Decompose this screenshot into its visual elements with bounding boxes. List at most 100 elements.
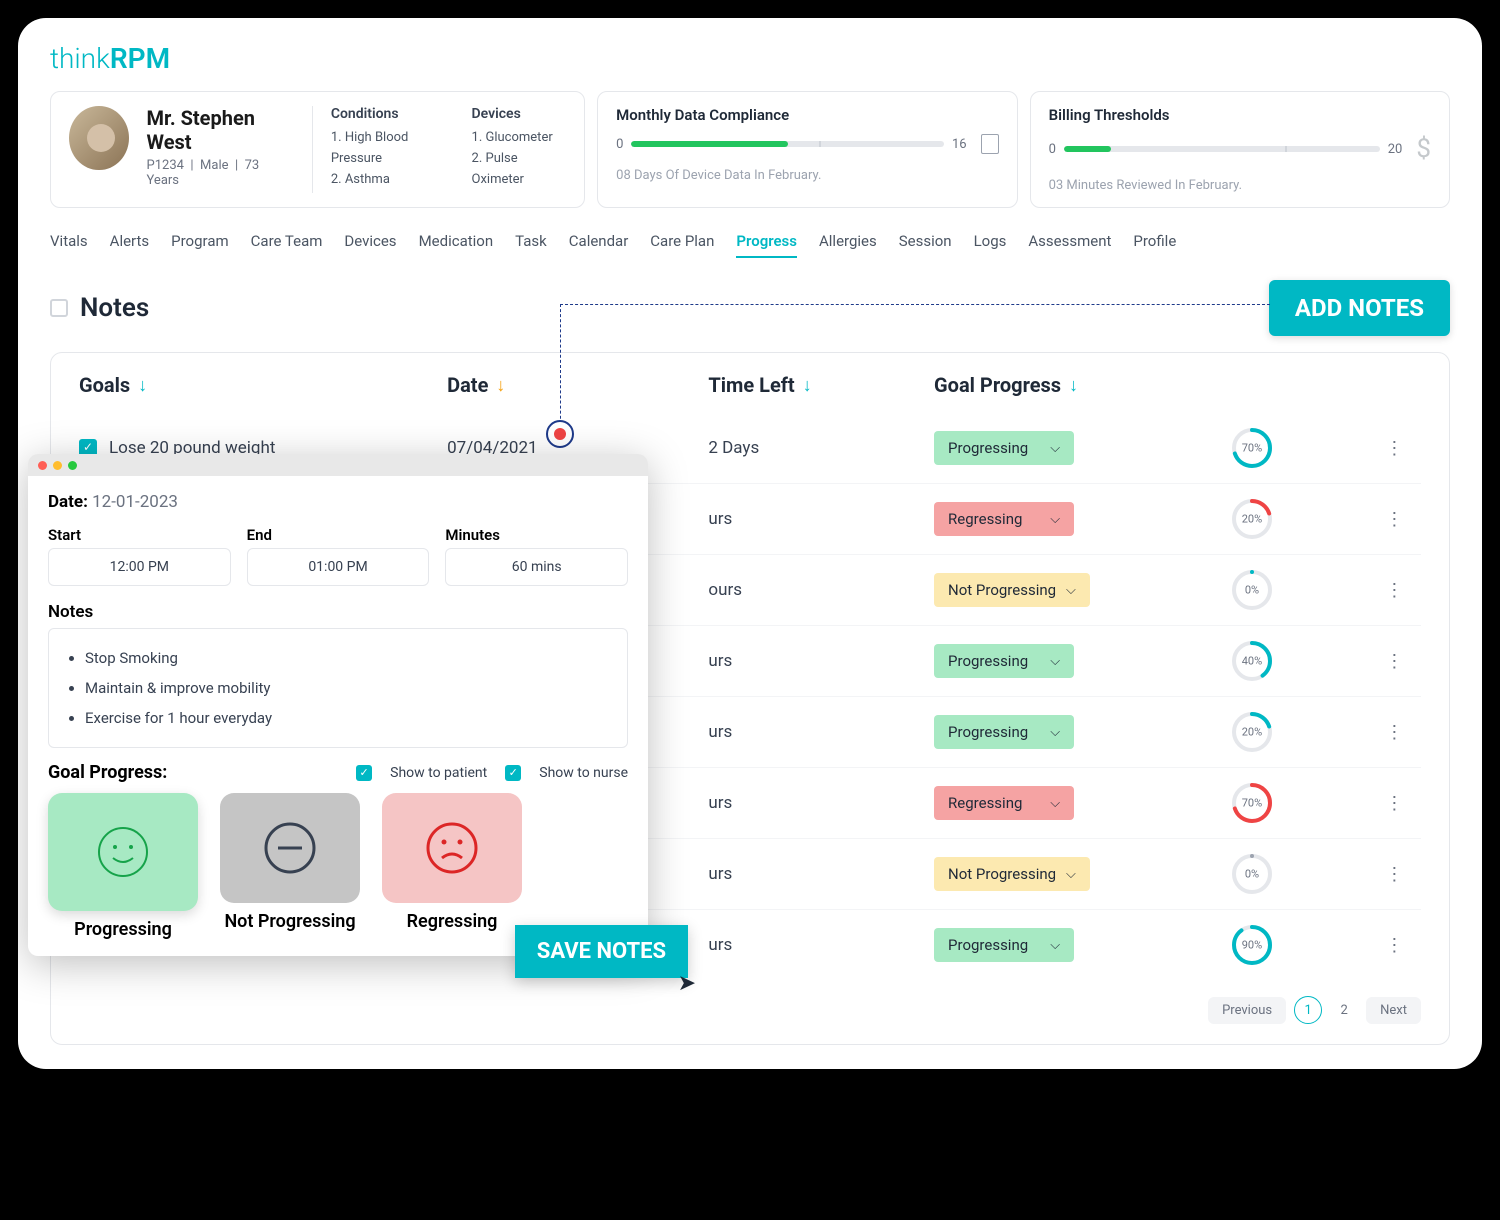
status-chip[interactable]: Not Progressing ⌵	[934, 857, 1090, 891]
tab-vitals[interactable]: Vitals	[50, 226, 88, 258]
maximize-icon[interactable]	[68, 461, 77, 470]
col-date[interactable]: Date ↓	[447, 373, 696, 397]
modal-titlebar	[28, 454, 648, 476]
tab-profile[interactable]: Profile	[1133, 226, 1176, 258]
col-time[interactable]: Time Left ↓	[708, 373, 922, 397]
sort-icon: ↓	[1069, 375, 1078, 396]
tab-program[interactable]: Program	[171, 226, 228, 258]
status-chip[interactable]: Not Progressing ⌵	[934, 573, 1090, 607]
progress-ring: 70%	[1231, 782, 1273, 824]
patient-card: Mr. Stephen West P1234 | Male | 73 Years…	[50, 91, 585, 208]
next-button[interactable]: Next	[1366, 997, 1421, 1024]
minutes-input[interactable]: 60 mins	[445, 548, 628, 586]
chevron-down-icon: ⌵	[1050, 938, 1060, 953]
minimize-icon[interactable]	[53, 461, 62, 470]
tab-care-plan[interactable]: Care Plan	[650, 226, 714, 258]
chevron-down-icon: ⌵	[1066, 867, 1076, 882]
end-input[interactable]: 01:00 PM	[247, 548, 430, 586]
kebab-icon[interactable]: ⋮	[1385, 935, 1421, 956]
minutes-field: Minutes 60 mins	[445, 526, 628, 586]
document-icon	[981, 134, 999, 154]
tab-assessment[interactable]: Assessment	[1028, 226, 1111, 258]
sort-icon: ↓	[138, 375, 147, 396]
tab-devices[interactable]: Devices	[344, 226, 396, 258]
progress-ring: 0%	[1231, 853, 1273, 895]
chevron-down-icon: ⌵	[1050, 441, 1060, 456]
kebab-icon[interactable]: ⋮	[1385, 438, 1421, 459]
chevron-down-icon: ⌵	[1050, 654, 1060, 669]
target-icon	[546, 420, 574, 448]
frown-icon	[424, 820, 480, 876]
patient-info: Mr. Stephen West P1234 | Male | 73 Years	[147, 106, 294, 188]
tab-calendar[interactable]: Calendar	[569, 226, 629, 258]
close-icon[interactable]	[38, 461, 47, 470]
modal-date: Date: 12-01-2023	[48, 492, 628, 512]
progress-ring: 40%	[1231, 640, 1273, 682]
status-chip[interactable]: Progressing ⌵	[934, 644, 1074, 678]
sort-icon: ↓	[803, 375, 812, 396]
progress-ring: 90%	[1231, 924, 1273, 966]
chevron-down-icon: ⌵	[1050, 512, 1060, 527]
kebab-icon[interactable]: ⋮	[1385, 509, 1421, 530]
app-root: thinkRPM Mr. Stephen West P1234 | Male |…	[18, 18, 1482, 1069]
billing-card: Billing Thresholds 0 20 $ 03 Minutes Rev…	[1030, 91, 1450, 208]
status-chip[interactable]: Regressing ⌵	[934, 502, 1074, 536]
notes-checkbox[interactable]	[50, 299, 68, 317]
cursor-icon: ➤	[678, 971, 696, 996]
face-not-progressing[interactable]: Not Progressing	[220, 793, 360, 940]
show-patient-checkbox[interactable]: ✓	[356, 765, 372, 781]
kebab-icon[interactable]: ⋮	[1385, 864, 1421, 885]
logo-bold: RPM	[110, 42, 170, 75]
tab-progress[interactable]: Progress	[736, 226, 797, 258]
progress-ring: 70%	[1231, 427, 1273, 469]
dollar-icon: $	[1416, 134, 1431, 164]
pager: Previous 1 2 Next	[79, 996, 1421, 1024]
logo-thin: think	[50, 42, 110, 75]
prev-button[interactable]: Previous	[1208, 997, 1286, 1024]
compliance-card: Monthly Data Compliance 0 16 08 Days Of …	[597, 91, 1017, 208]
status-chip[interactable]: Regressing ⌵	[934, 786, 1074, 820]
col-goals[interactable]: Goals ↓	[79, 373, 435, 397]
kebab-icon[interactable]: ⋮	[1385, 651, 1421, 672]
tab-task[interactable]: Task	[515, 226, 547, 258]
page-1[interactable]: 1	[1294, 996, 1322, 1024]
tab-medication[interactable]: Medication	[419, 226, 494, 258]
page-2[interactable]: 2	[1330, 996, 1358, 1024]
show-nurse-checkbox[interactable]: ✓	[505, 765, 521, 781]
status-chip[interactable]: Progressing ⌵	[934, 928, 1074, 962]
conditions-col: Conditions 1. High Blood Pressure 2. Ast…	[331, 106, 454, 190]
tab-alerts[interactable]: Alerts	[110, 226, 150, 258]
kebab-icon[interactable]: ⋮	[1385, 580, 1421, 601]
status-chip[interactable]: Progressing ⌵	[934, 715, 1074, 749]
tab-logs[interactable]: Logs	[974, 226, 1007, 258]
avatar	[69, 106, 129, 170]
face-progressing[interactable]: Progressing	[48, 793, 198, 940]
notes-modal: Date: 12-01-2023 Start 12:00 PM End 01:0…	[28, 454, 648, 956]
save-notes-button[interactable]: SAVE NOTES	[515, 925, 688, 978]
tab-care-team[interactable]: Care Team	[251, 226, 323, 258]
tab-session[interactable]: Session	[899, 226, 952, 258]
notes-title: Notes	[80, 293, 149, 323]
chevron-down-icon: ⌵	[1066, 583, 1076, 598]
progress-ring: 20%	[1231, 498, 1273, 540]
end-field: End 01:00 PM	[247, 526, 430, 586]
progress-ring: 20%	[1231, 711, 1273, 753]
face-regressing[interactable]: Regressing	[382, 793, 522, 940]
status-chip[interactable]: Progressing ⌵	[934, 431, 1074, 465]
patient-meta: P1234 | Male | 73 Years	[147, 158, 294, 188]
patient-name: Mr. Stephen West	[147, 106, 294, 154]
chevron-down-icon: ⌵	[1050, 796, 1060, 811]
col-progress[interactable]: Goal Progress ↓	[934, 373, 1219, 397]
notes-textarea[interactable]: Stop Smoking Maintain & improve mobility…	[48, 628, 628, 748]
kebab-icon[interactable]: ⋮	[1385, 793, 1421, 814]
compliance-bar	[631, 141, 943, 147]
neutral-icon	[262, 820, 318, 876]
billing-bar	[1064, 146, 1380, 152]
notes-header: Notes ADD NOTES	[50, 280, 1450, 336]
add-notes-button[interactable]: ADD NOTES	[1269, 280, 1450, 336]
start-field: Start 12:00 PM	[48, 526, 231, 586]
tab-allergies[interactable]: Allergies	[819, 226, 877, 258]
sort-icon: ↓	[496, 375, 505, 396]
start-input[interactable]: 12:00 PM	[48, 548, 231, 586]
kebab-icon[interactable]: ⋮	[1385, 722, 1421, 743]
